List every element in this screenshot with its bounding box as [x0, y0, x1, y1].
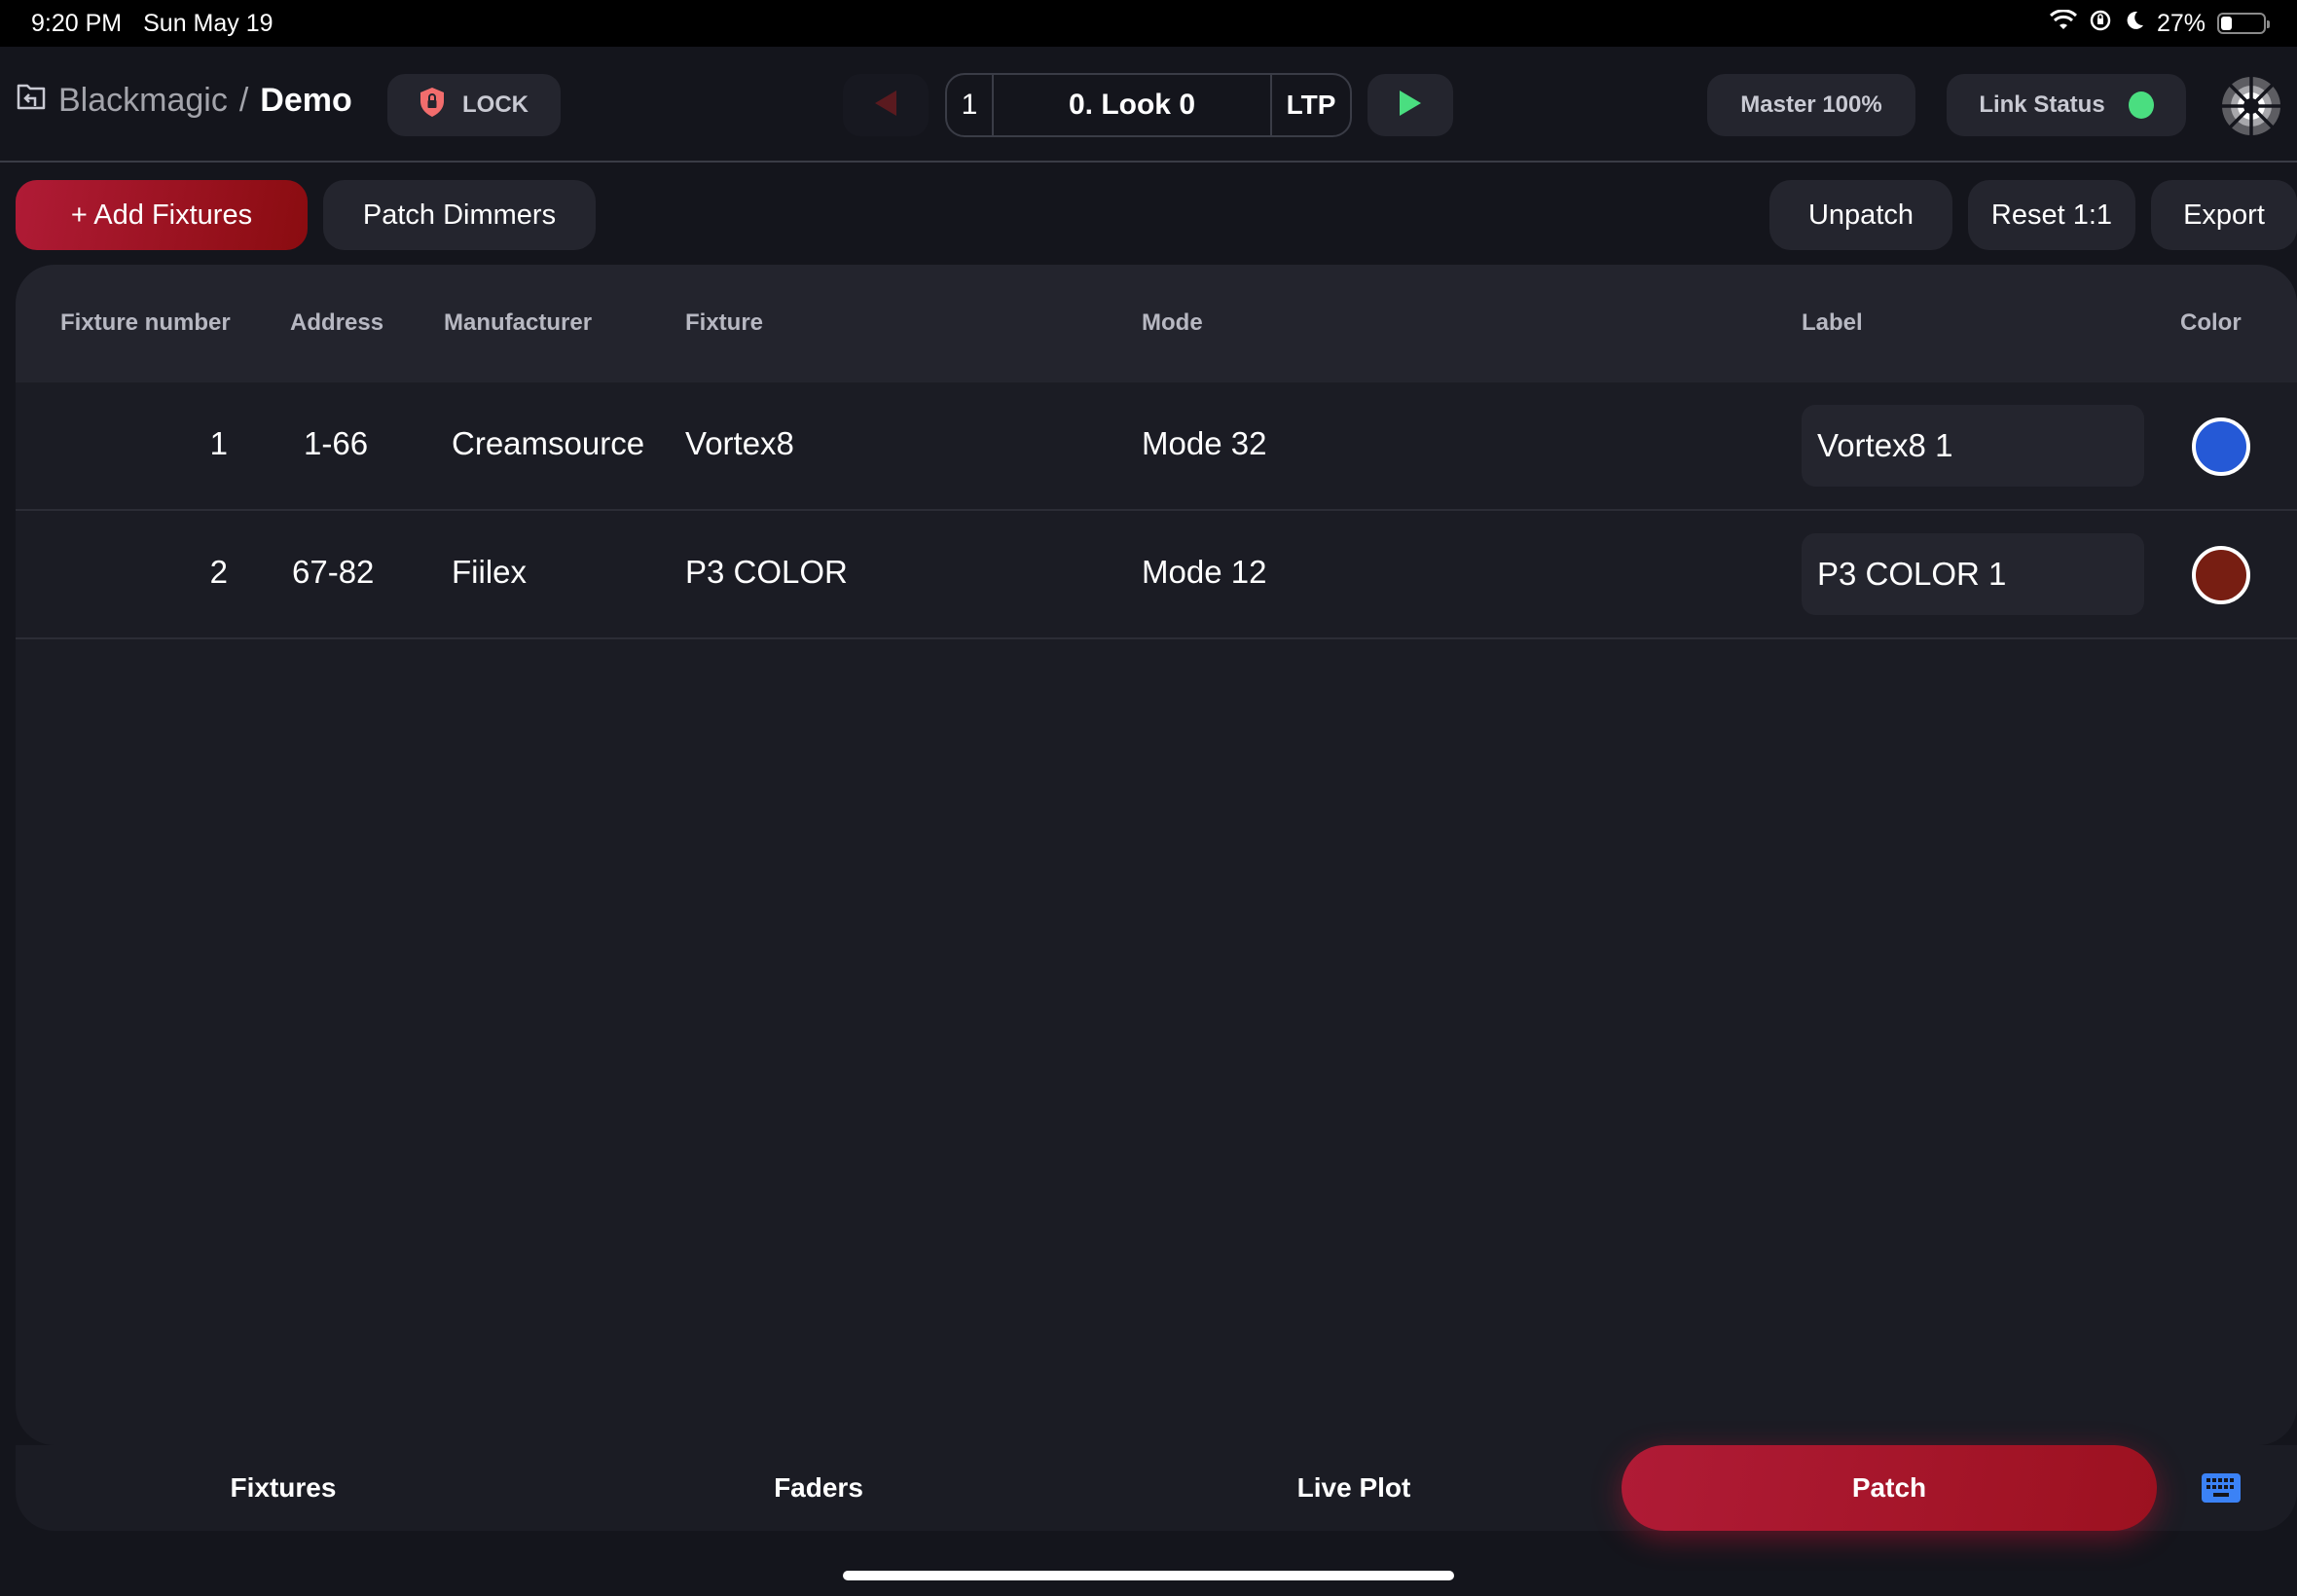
battery-fill [2221, 17, 2233, 30]
label-input[interactable] [1802, 533, 2144, 615]
status-date: Sun May 19 [143, 9, 273, 37]
bottom-nav: Fixtures Faders Live Plot Patch [16, 1445, 2297, 1531]
tab-faders[interactable]: Faders [551, 1445, 1086, 1531]
rotation-lock-icon [2089, 9, 2112, 39]
column-header-fixture[interactable]: Fixture [685, 309, 763, 337]
moon-icon [2124, 10, 2145, 38]
table-row[interactable]: 1 1-66 Creamsource Vortex8 Mode 32 [16, 382, 2297, 511]
cell-address: 67-82 [292, 554, 375, 590]
link-status-label: Link Status [1979, 91, 2105, 118]
patch-table: Fixture number Address Manufacturer Fixt… [16, 265, 2297, 1445]
status-time: 9:20 PM [31, 9, 123, 37]
play-icon [1400, 90, 1421, 121]
breadcrumb-parent[interactable]: Blackmagic [58, 82, 228, 120]
cell-manufacturer: Creamsource [452, 425, 645, 461]
cell-address: 1-66 [304, 425, 369, 461]
lock-label: LOCK [462, 91, 529, 118]
tab-fixtures[interactable]: Fixtures [16, 1445, 551, 1531]
shield-lock-icon [419, 87, 445, 125]
cell-manufacturer: Fiilex [452, 554, 528, 590]
cue-selector[interactable]: 1 0. Look 0 LTP [945, 73, 1352, 137]
breadcrumb: Blackmagic / Demo [16, 82, 352, 120]
cell-mode: Mode 32 [1142, 425, 1267, 461]
breadcrumb-current: Demo [260, 82, 352, 119]
cue-mode[interactable]: LTP [1272, 75, 1350, 135]
cell-fixture-number: 1 [209, 425, 228, 461]
cell-fixture: Vortex8 [685, 425, 794, 461]
column-header-label[interactable]: Label [1802, 309, 1863, 337]
master-button[interactable]: Master 100% [1707, 74, 1915, 136]
folder-back-icon[interactable] [16, 82, 47, 120]
table-row[interactable]: 2 67-82 Fiilex P3 COLOR Mode 12 [16, 511, 2297, 639]
reset-button[interactable]: Reset 1:1 [1968, 180, 2135, 250]
color-swatch[interactable] [2192, 417, 2250, 476]
breadcrumb-separator: / [238, 82, 249, 119]
lock-button[interactable]: LOCK [387, 74, 561, 136]
cell-mode: Mode 12 [1142, 554, 1267, 590]
cell-fixture-number: 2 [209, 554, 228, 590]
status-bar: 9:20 PM Sun May 19 27% [0, 0, 2297, 47]
cue-number[interactable]: 1 [947, 75, 994, 135]
column-header-address[interactable]: Address [290, 309, 383, 337]
column-header-fixture-number[interactable]: Fixture number [60, 309, 231, 337]
export-button[interactable]: Export [2151, 180, 2297, 250]
column-header-color[interactable]: Color [2180, 309, 2242, 337]
settings-wheel-icon[interactable] [2219, 74, 2283, 143]
column-header-manufacturer[interactable]: Manufacturer [444, 309, 592, 337]
next-cue-button[interactable] [1367, 74, 1453, 136]
table-header: Fixture number Address Manufacturer Fixt… [16, 265, 2297, 382]
column-header-mode[interactable]: Mode [1142, 309, 1203, 337]
keyboard-icon[interactable] [2202, 1473, 2241, 1507]
link-status-button[interactable]: Link Status [1947, 74, 2186, 136]
cell-fixture: P3 COLOR [685, 554, 848, 590]
color-swatch[interactable] [2192, 546, 2250, 604]
battery-icon [2217, 13, 2270, 34]
wifi-icon [2049, 8, 2077, 38]
triangle-left-icon [875, 90, 896, 121]
tab-live-plot[interactable]: Live Plot [1086, 1445, 1622, 1531]
unpatch-button[interactable]: Unpatch [1769, 180, 1952, 250]
cue-name[interactable]: 0. Look 0 [994, 75, 1272, 135]
label-input[interactable] [1802, 405, 2144, 487]
tab-patch[interactable]: Patch [1622, 1445, 2157, 1531]
patch-dimmers-button[interactable]: Patch Dimmers [323, 180, 596, 250]
home-indicator[interactable] [843, 1571, 1454, 1580]
app-header: Blackmagic / Demo LOCK 1 0. Look 0 LTP M… [0, 47, 2297, 163]
battery-percent: 27% [2156, 9, 2206, 37]
add-fixtures-button[interactable]: + Add Fixtures [16, 180, 308, 250]
previous-cue-button[interactable] [843, 74, 929, 136]
link-status-indicator [2128, 91, 2154, 119]
